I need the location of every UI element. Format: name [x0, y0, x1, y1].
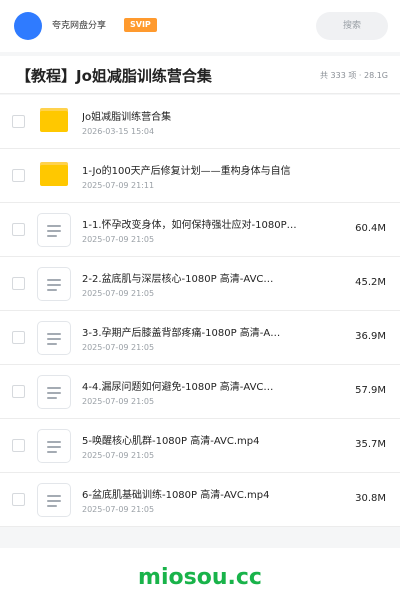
checkbox[interactable]: [12, 385, 25, 398]
svip-badge: SVIP: [124, 18, 157, 32]
list-item[interactable]: 3-3.孕期产后膝盖背部疼痛-1080P 高清-A… 2025-07-09 21…: [0, 311, 400, 365]
item-date: 2025-07-09 21:05: [82, 235, 155, 244]
document-icon: [37, 429, 71, 463]
item-date: 2025-07-09 21:05: [82, 289, 155, 298]
item-date: 2025-07-09 21:05: [82, 451, 155, 460]
item-name: 5-唤醒核心肌群-1080P 高清-AVC.mp4: [82, 436, 260, 447]
top-header: 夸克网盘分享 SVIP 搜索: [0, 0, 400, 52]
list-item[interactable]: 1-Jo的100天产后修复计划——重构身体与自信 2025-07-09 21:1…: [0, 149, 400, 203]
item-date: 2025-07-09 21:05: [82, 505, 155, 514]
list-item[interactable]: 5-唤醒核心肌群-1080P 高清-AVC.mp4 2025-07-09 21:…: [0, 419, 400, 473]
item-name: 1-1.怀孕改变身体，如何保持强壮应对-1080P…: [82, 220, 297, 231]
item-name: 3-3.孕期产后膝盖背部疼痛-1080P 高清-A…: [82, 328, 281, 339]
checkbox[interactable]: [12, 115, 25, 128]
list-item[interactable]: 4-4.漏尿问题如何避免-1080P 高清-AVC… 2025-07-09 21…: [0, 365, 400, 419]
document-icon: [37, 375, 71, 409]
checkbox[interactable]: [12, 439, 25, 452]
checkbox[interactable]: [12, 493, 25, 506]
folder-title-bar: 【教程】Jo姐减脂训练营合集 共 333 项 · 28.1G: [0, 56, 400, 94]
item-size: 35.7M: [355, 439, 386, 450]
folder-meta: 共 333 项 · 28.1G: [320, 71, 388, 80]
page-title: 【教程】Jo姐减脂训练营合集: [16, 67, 212, 85]
item-date: 2026-03-15 15:04: [82, 127, 155, 136]
item-date: 2025-07-09 21:11: [82, 181, 155, 190]
item-name: 1-Jo的100天产后修复计划——重构身体与自信: [82, 166, 291, 177]
item-size: 30.8M: [355, 493, 386, 504]
item-size: 60.4M: [355, 223, 386, 234]
item-size: 57.9M: [355, 385, 386, 396]
document-icon: [37, 483, 71, 517]
item-date: 2025-07-09 21:05: [82, 397, 155, 406]
item-date: 2025-07-09 21:05: [82, 343, 155, 352]
document-icon: [37, 267, 71, 301]
search-input[interactable]: 搜索: [316, 12, 388, 40]
list-item[interactable]: 6-盆底肌基础训练-1080P 高清-AVC.mp4 2025-07-09 21…: [0, 473, 400, 527]
folder-icon: [40, 108, 68, 132]
item-name: 4-4.漏尿问题如何避免-1080P 高清-AVC…: [82, 382, 274, 393]
checkbox[interactable]: [12, 331, 25, 344]
list-item[interactable]: 2-2.盆底肌与深层核心-1080P 高清-AVC… 2025-07-09 21…: [0, 257, 400, 311]
checkbox[interactable]: [12, 169, 25, 182]
watermark: miosou.cc: [138, 565, 262, 590]
item-name: 6-盆底肌基础训练-1080P 高清-AVC.mp4: [82, 490, 270, 501]
item-name: 2-2.盆底肌与深层核心-1080P 高清-AVC…: [82, 274, 274, 285]
checkbox[interactable]: [12, 277, 25, 290]
document-icon: [37, 213, 71, 247]
checkbox[interactable]: [12, 223, 25, 236]
list-item[interactable]: 1-1.怀孕改变身体，如何保持强壮应对-1080P… 2025-07-09 21…: [0, 203, 400, 257]
item-name: Jo姐减脂训练营合集: [82, 112, 172, 123]
document-icon: [37, 321, 71, 355]
file-list: Jo姐减脂训练营合集 2026-03-15 15:04 1-Jo的100天产后修…: [0, 95, 400, 527]
share-name: 夸克网盘分享: [52, 21, 107, 31]
folder-icon: [40, 162, 68, 186]
list-item[interactable]: Jo姐减脂训练营合集 2026-03-15 15:04: [0, 95, 400, 149]
item-size: 45.2M: [355, 277, 386, 288]
avatar[interactable]: [14, 12, 42, 40]
item-size: 36.9M: [355, 331, 386, 342]
